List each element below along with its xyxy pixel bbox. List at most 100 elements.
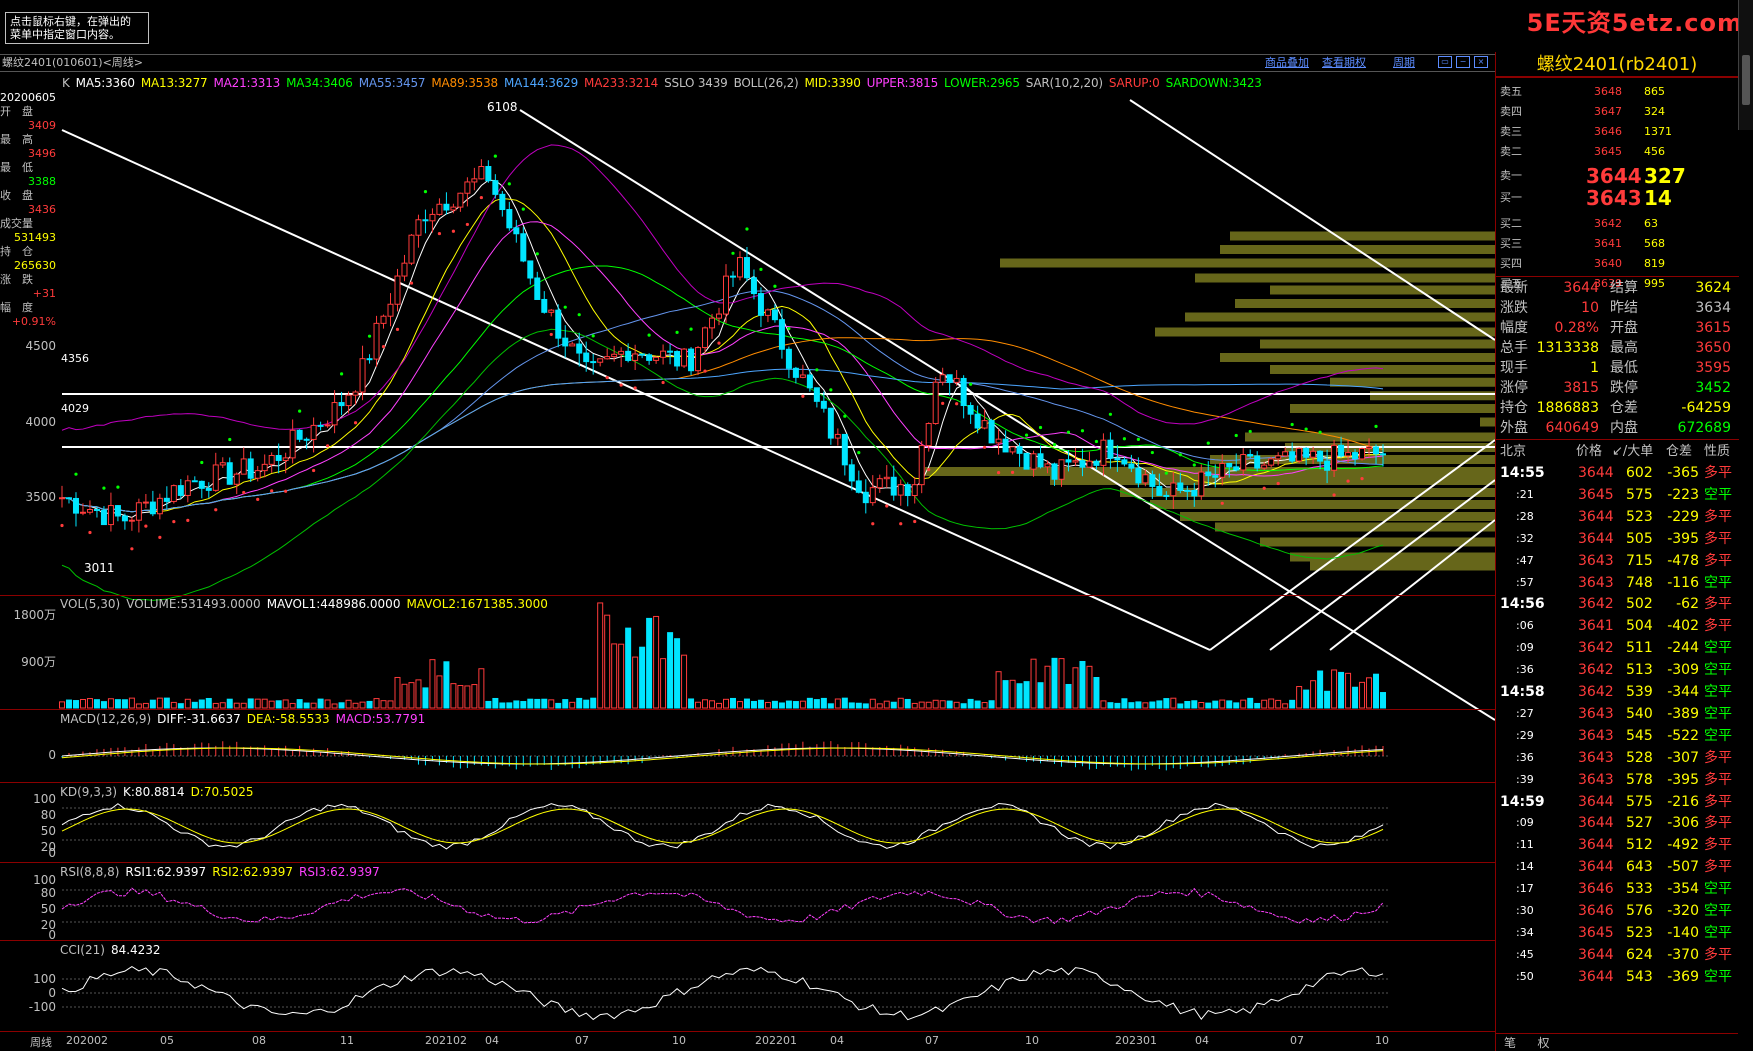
candle-body <box>436 203 443 215</box>
volume-bar <box>107 698 114 709</box>
tick-nature: 多平 <box>1704 749 1732 766</box>
sar-dot <box>1234 433 1238 438</box>
volume-bar <box>282 699 289 709</box>
candle-body <box>576 343 583 354</box>
tick-oi-change: -354 <box>1667 881 1699 898</box>
candle-body <box>268 454 275 465</box>
tick-time: :57 <box>1516 575 1534 589</box>
volume-profile-bar <box>1150 500 1495 509</box>
candle-body <box>785 348 792 369</box>
ask-label: 卖二 <box>1500 145 1522 158</box>
kd-axis-100: 100 <box>33 792 56 806</box>
vertical-scrollbar[interactable] <box>1738 0 1753 130</box>
tick-oi-change: -492 <box>1667 837 1699 854</box>
tick-price: 3642 <box>1578 662 1614 679</box>
sar-dot <box>186 518 190 522</box>
volume-bar <box>604 614 611 709</box>
volume-bar <box>771 700 778 709</box>
stat-label: 现手 <box>1500 360 1528 376</box>
x-axis-tick: 10 <box>1025 1034 1039 1047</box>
volume-bar <box>170 701 177 709</box>
volume-bar <box>1359 681 1366 709</box>
volume-bar <box>1296 686 1303 709</box>
tick-volume: 539 <box>1626 684 1653 700</box>
candle-body <box>709 317 716 329</box>
volume-bar <box>1156 700 1163 709</box>
candle-body <box>1030 453 1037 470</box>
sar-dot <box>1136 437 1140 441</box>
x-axis-tick: 05 <box>160 1034 174 1047</box>
bid-price: 3643 <box>1586 186 1642 210</box>
volume-legend: VOL(5,30) VOLUME:531493.0000 MAVOL1:448986… <box>60 597 554 611</box>
volume-bar <box>632 656 639 709</box>
x-axis-tick: 07 <box>925 1034 939 1047</box>
kd-legend: KD(9,3,3) K:80.8814 D:70.5025 <box>60 785 259 799</box>
tab-rights[interactable]: 权 <box>1529 1034 1559 1051</box>
candle-body <box>813 387 820 402</box>
ask-row: 卖一 3644 327 <box>1496 166 1739 186</box>
tick-oi-change: -244 <box>1667 640 1699 657</box>
sar-dot <box>1122 437 1126 441</box>
stat-label: 跌停 <box>1610 380 1638 396</box>
stat-label: 涨停 <box>1500 380 1528 396</box>
volume-bar <box>275 700 282 709</box>
bid-row: 买二 3642 63 <box>1496 214 1739 234</box>
volume-bar <box>946 700 953 709</box>
volume-bar <box>750 700 757 709</box>
tick-header-cell: ↙/大单 <box>1612 444 1654 459</box>
candle-body <box>387 303 394 317</box>
tick-volume: 540 <box>1626 705 1653 722</box>
sar-dot <box>563 305 567 309</box>
stat-label: 外盘 <box>1500 420 1528 436</box>
stat-value: 1 <box>1590 360 1599 376</box>
macd-axis-0: 0 <box>48 748 56 762</box>
candle-body <box>1023 452 1030 470</box>
volume-bar <box>743 698 750 709</box>
candle-body <box>876 478 883 489</box>
candle-body <box>513 227 520 235</box>
volume-bar <box>142 702 149 709</box>
stat-value: 3634 <box>1695 300 1731 316</box>
tick-time: :27 <box>1516 706 1534 720</box>
tick-row: :47 3643 715 -478 多平 <box>1496 550 1739 572</box>
tick-price: 3644 <box>1578 508 1614 525</box>
volume-bar <box>785 700 792 709</box>
tick-oi-change: -229 <box>1667 508 1699 525</box>
volume-bar <box>1184 700 1191 709</box>
volume-bar <box>869 698 876 709</box>
candle-body <box>177 485 184 496</box>
sar-dot <box>1318 430 1322 434</box>
volume-bar <box>1205 702 1212 709</box>
x-axis-tick: 10 <box>672 1034 686 1047</box>
ask-price: 3644 <box>1586 164 1642 188</box>
kline-chart[interactable] <box>0 0 1495 1051</box>
candle-body <box>1282 451 1289 457</box>
volume-bar <box>1310 680 1317 709</box>
candle-body <box>792 367 799 378</box>
macd_title-item: DEA:-58.5533 <box>246 712 330 726</box>
candle-body <box>960 377 967 407</box>
volume-bar <box>1142 702 1149 709</box>
tab-trades[interactable]: 笔 <box>1495 1034 1525 1051</box>
stat-label: 最新 <box>1500 280 1528 296</box>
stat-label: 内盘 <box>1610 420 1638 436</box>
sar-dot <box>689 327 693 331</box>
sar-dot <box>899 522 903 526</box>
stat-value: 0.28% <box>1554 320 1599 336</box>
candle-body <box>702 327 709 349</box>
price-axis-4000: 4000 <box>25 415 56 429</box>
tick-price: 3642 <box>1578 684 1614 700</box>
stat-row: 总手 1313338 最高 3650 <box>1496 338 1739 358</box>
stats-divider <box>1496 276 1739 277</box>
scrollbar-thumb[interactable] <box>1742 55 1750 105</box>
tick-row: :57 3643 748 -116 空平 <box>1496 572 1739 594</box>
candle-body <box>569 343 576 347</box>
volume-bar <box>988 700 995 709</box>
volume-bar <box>177 703 184 709</box>
tick-nature: 多平 <box>1704 552 1732 569</box>
stat-value: 3650 <box>1695 340 1731 356</box>
tick-row: :29 3643 545 -522 空平 <box>1496 725 1739 747</box>
candle-body <box>597 358 604 363</box>
candle-body <box>492 180 499 195</box>
volume-bar <box>1114 702 1121 709</box>
